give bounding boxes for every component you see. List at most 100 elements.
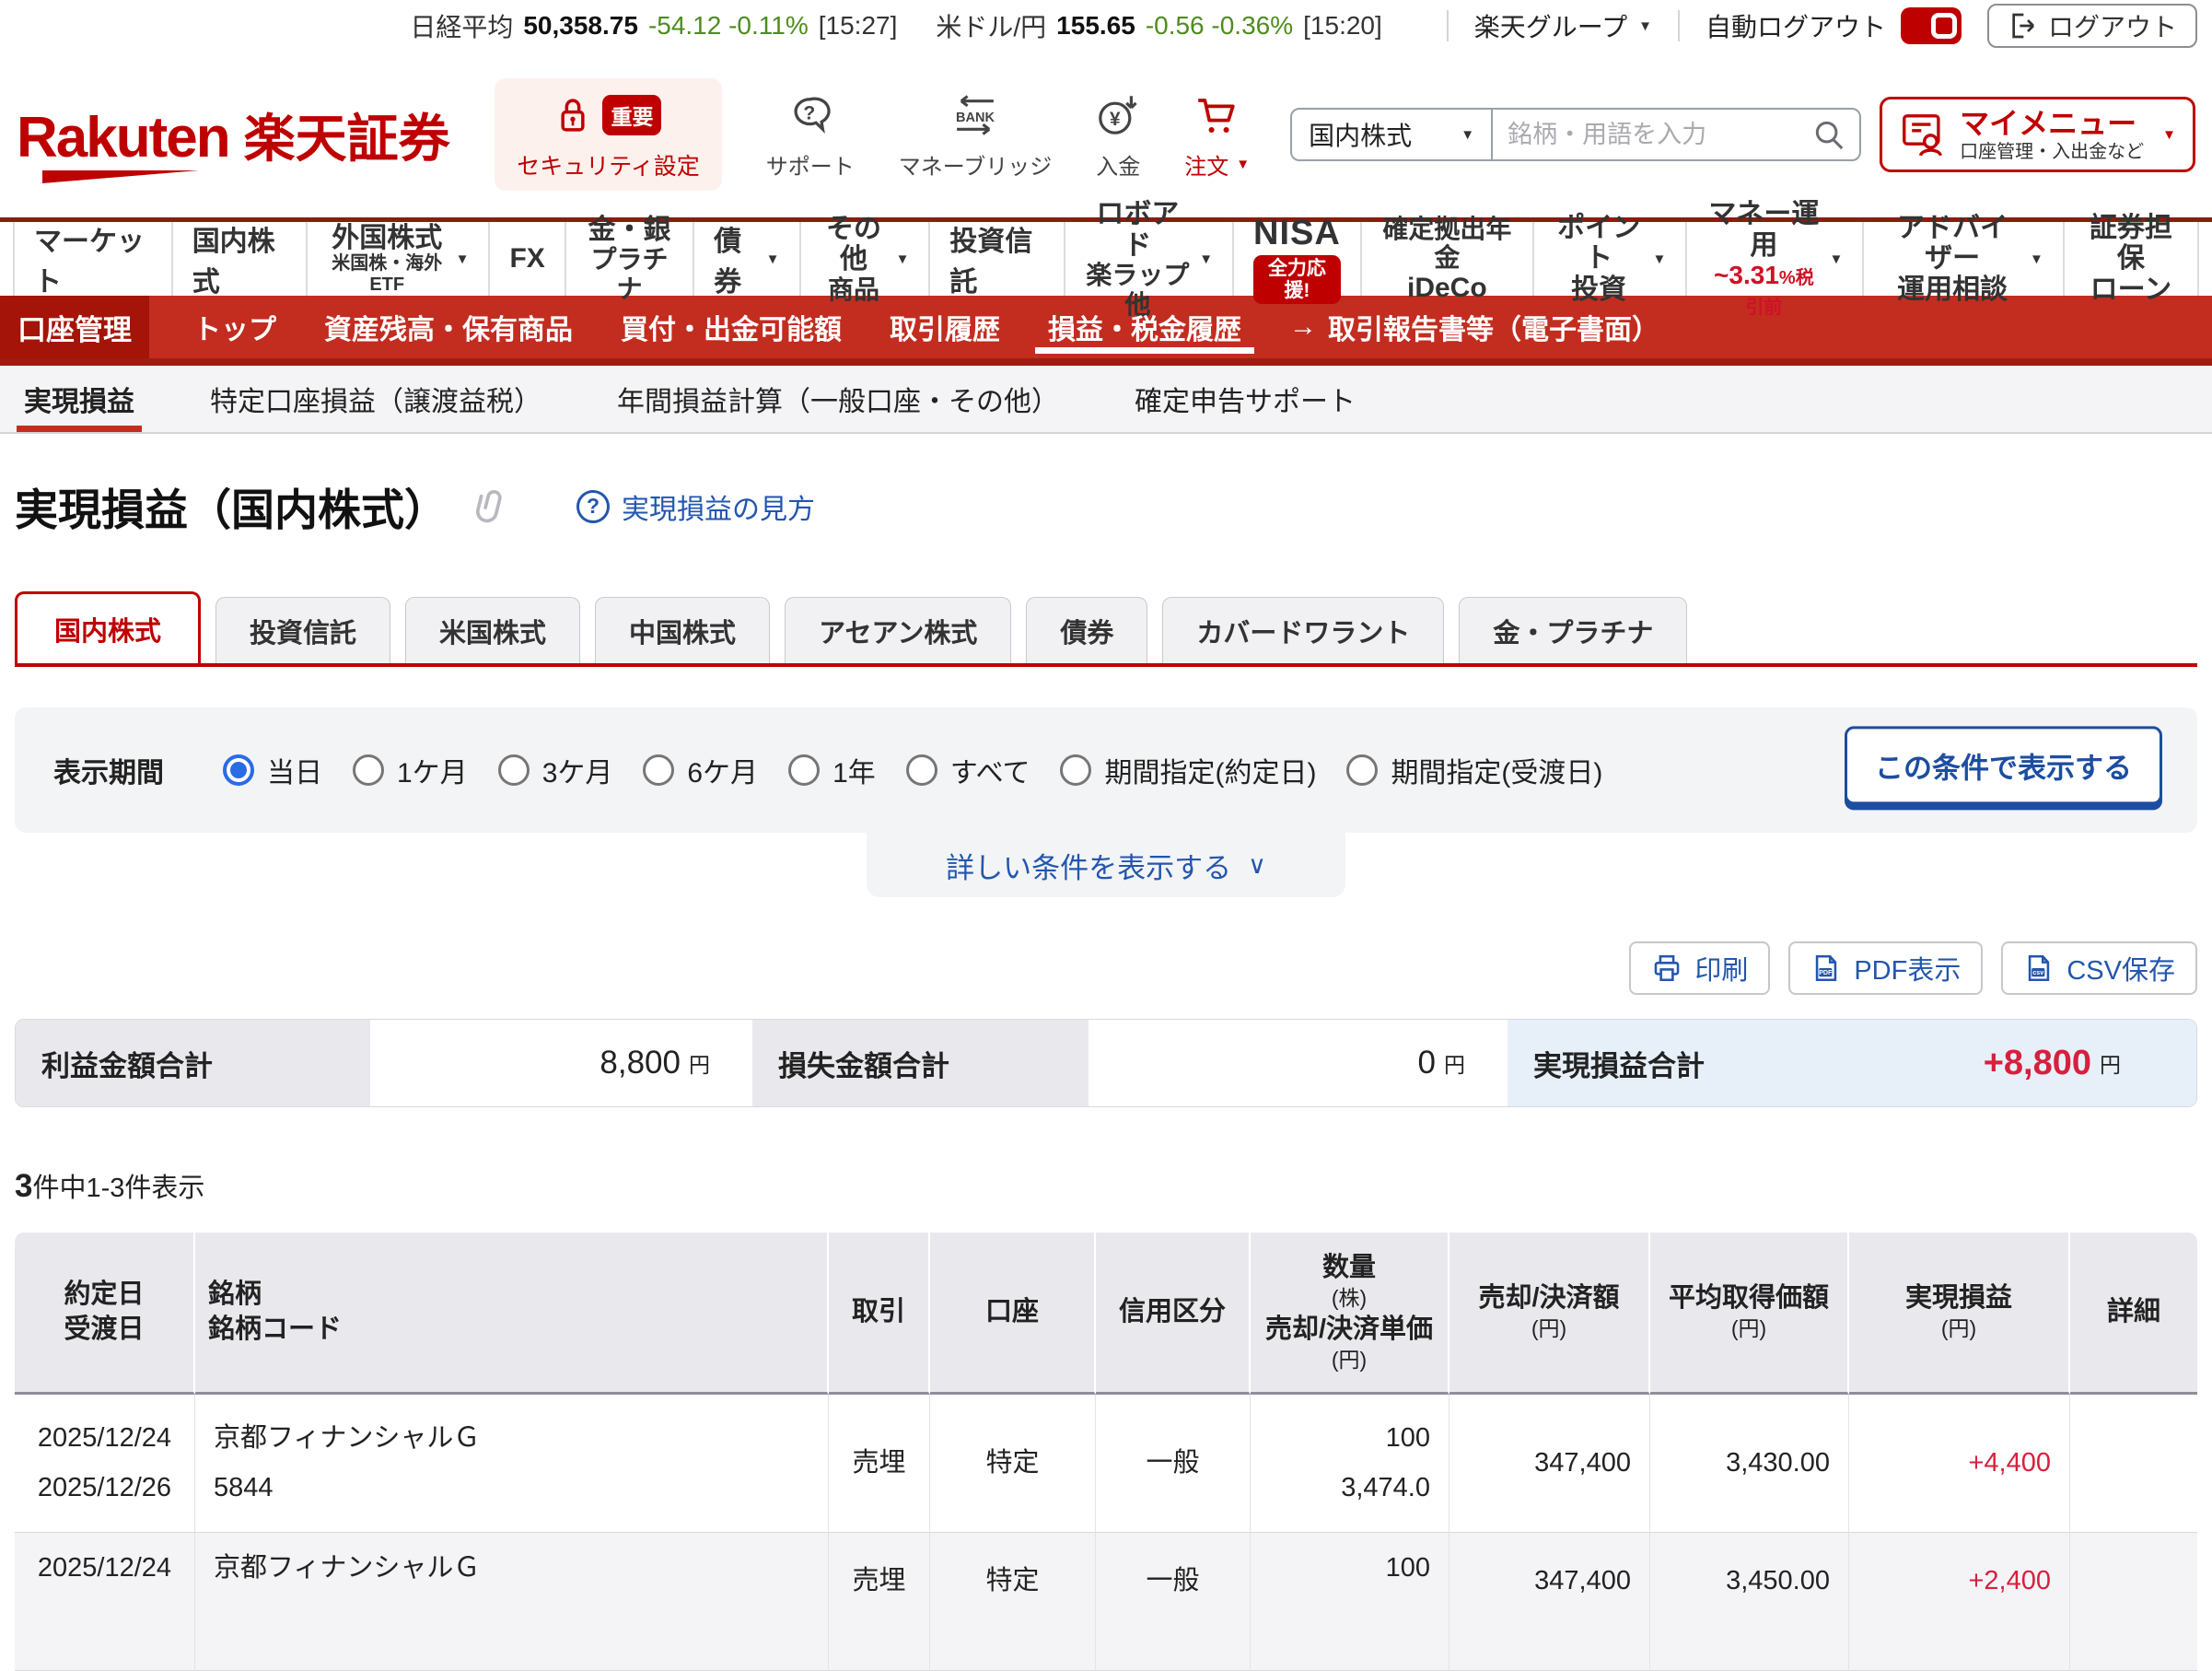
radio-6months[interactable]: 6ケ月 — [643, 750, 758, 790]
csv-save-button[interactable]: csv CSV保存 — [2001, 941, 2197, 995]
nav-foreign-stocks[interactable]: 外国株式米国株・海外ETF ▼ — [306, 222, 489, 296]
account-nav-buying-power[interactable]: 買付・出金可能額 — [617, 296, 845, 358]
tab-asean-stocks[interactable]: アセアン株式 — [785, 597, 1011, 663]
logout-button[interactable]: ログアウト — [1987, 4, 2197, 48]
question-circle-icon: ? — [576, 490, 610, 523]
caret-down-icon: ▼ — [1638, 18, 1652, 34]
subtab-specific-account-pl[interactable]: 特定口座損益（譲渡益税） — [203, 366, 549, 432]
nav-bonds[interactable]: 債券▼ — [693, 222, 798, 296]
cell-detail — [2070, 1533, 2197, 1671]
csv-file-icon: csv — [2023, 952, 2055, 984]
logo-text-jp: 楽天証券 — [244, 98, 450, 172]
how-to-view-link[interactable]: ? 実現損益の見方 — [576, 486, 815, 527]
nav-money-management[interactable]: マネー運用~3.31%税引前 ▼ — [1685, 222, 1862, 296]
tab-china-stocks[interactable]: 中国株式 — [595, 597, 770, 663]
cell-margin: 一般 — [1096, 1395, 1251, 1533]
pl-summary-bar: 利益金額合計 8,800円 損失金額合計 0円 実現損益合計 +8,800円 — [15, 1019, 2197, 1107]
tab-bonds[interactable]: 債券 — [1026, 597, 1147, 663]
cell-amount: 347,400 — [1449, 1395, 1650, 1533]
radio-all[interactable]: すべて — [906, 750, 1030, 790]
search-input[interactable] — [1493, 121, 1811, 149]
tab-us-stocks[interactable]: 米国株式 — [405, 597, 580, 663]
nav-point-investment[interactable]: ポイント投資 ▼ — [1532, 222, 1685, 296]
deposit-link[interactable]: ¥ 入金 — [1096, 89, 1140, 181]
account-management-label: 口座管理 — [0, 296, 149, 358]
col-qty: 数量(株) 売却/決済単価(円) — [1251, 1233, 1449, 1395]
order-link[interactable]: 注文 ▼ — [1184, 89, 1250, 181]
tab-domestic-stocks[interactable]: 国内株式 — [15, 591, 201, 663]
cell-qty: 1003,474.0 — [1251, 1395, 1449, 1533]
auto-logout-label: 自動ログアウト — [1706, 7, 1886, 44]
money-bridge-label: マネーブリッジ — [899, 148, 1053, 181]
radio-range-trade-date[interactable]: 期間指定(約定日) — [1060, 750, 1316, 790]
caret-down-icon: ▼ — [2162, 127, 2176, 143]
nav-ideco[interactable]: 確定拠出年金iDeCo — [1360, 222, 1532, 296]
nav-securities-loan[interactable]: 証券担保ローン — [2063, 222, 2199, 296]
radio-range-settle-date[interactable]: 期間指定(受渡日) — [1346, 750, 1602, 790]
money-bridge-link[interactable]: BANK マネーブリッジ — [899, 89, 1053, 181]
caret-down-icon: ▼ — [2030, 251, 2043, 267]
col-account: 口座 — [930, 1233, 1096, 1395]
radio-1year[interactable]: 1年 — [788, 750, 876, 790]
table-row: 2025/12/242025/12/26 京都フィナンシャルＧ5844 売埋 特… — [15, 1395, 2197, 1533]
nav-investment-trust[interactable]: 投資信託 — [928, 222, 1063, 296]
search-icon[interactable] — [1811, 117, 1846, 152]
lock-icon — [554, 94, 591, 136]
tab-covered-warrant[interactable]: カバードワラント — [1162, 597, 1444, 663]
nav-domestic-stocks[interactable]: 国内株式 — [171, 222, 306, 296]
subtab-realized-pl[interactable]: 実現損益 — [17, 366, 142, 432]
security-settings-link[interactable]: 重要 セキュリティ設定 — [495, 78, 722, 191]
account-nav-balance[interactable]: 資産残高・保有商品 — [320, 296, 576, 358]
account-nav-trade-history[interactable]: 取引履歴 — [886, 296, 1004, 358]
caret-down-icon: ▼ — [1652, 251, 1666, 267]
auto-logout-toggle[interactable] — [1901, 7, 1962, 44]
topbar: 日経平均 50,358.75 -54.12 -0.11% [15:27] 米ドル… — [0, 0, 2212, 52]
loss-total-value: 0円 — [1089, 1020, 1508, 1106]
search-category-value: 国内株式 — [1309, 116, 1412, 153]
usdjpy-change: -0.56 -0.36% — [1146, 11, 1293, 41]
subtab-tax-return-support[interactable]: 確定申告サポート — [1127, 366, 1363, 432]
radio-1month[interactable]: 1ケ月 — [353, 750, 468, 790]
radio-icon — [643, 754, 674, 786]
table-row: 2025/12/24 京都フィナンシャルＧ 売埋 特定 一般 100 347,4… — [15, 1533, 2197, 1671]
nav-advisor[interactable]: アドバイザー運用相談 ▼ — [1862, 222, 2063, 296]
cell-realized-pl: +2,400 — [1849, 1533, 2070, 1671]
account-nav-reports[interactable]: → 取引報告書等（電子書面） — [1286, 296, 1663, 358]
nav-nisa[interactable]: NISA全力応援! — [1232, 222, 1360, 296]
account-nav-pl-tax-history[interactable]: 損益・税金履歴 — [1044, 296, 1245, 358]
nav-fx[interactable]: FX — [488, 222, 564, 296]
realized-pl-total-value: +8,800 — [1984, 1044, 2091, 1083]
rakuten-logo[interactable]: Rakuten 楽天証券 — [17, 98, 450, 172]
radio-today[interactable]: 当日 — [223, 750, 322, 790]
profit-total-value: 8,800円 — [370, 1020, 752, 1106]
nav-other-products[interactable]: その他商品 ▼ — [799, 222, 929, 296]
cell-amount: 347,400 — [1449, 1533, 1650, 1671]
account-nav-top[interactable]: トップ — [190, 296, 280, 358]
printer-icon — [1651, 952, 1682, 984]
subtab-annual-pl[interactable]: 年間損益計算（一般口座・その他） — [610, 366, 1066, 432]
usdjpy-quote: 米ドル/円 155.65 -0.56 -0.36% [15:20] — [936, 7, 1381, 44]
divider — [1678, 10, 1680, 41]
radio-3months[interactable]: 3ケ月 — [498, 750, 613, 790]
realized-pl-table: 約定日受渡日 銘柄銘柄コード 取引 口座 信用区分 数量(株) 売却/決済単価(… — [15, 1233, 2197, 1671]
nav-market[interactable]: マーケット — [13, 222, 171, 296]
cell-account: 特定 — [930, 1533, 1096, 1671]
nav-robo-advisor[interactable]: ロボアド楽ラップ他 ▼ — [1064, 222, 1232, 296]
rakuten-group-menu[interactable]: 楽天グループ ▼ — [1474, 7, 1652, 44]
arrow-right-icon: → — [1289, 311, 1317, 343]
support-link[interactable]: ? サポート — [766, 89, 855, 181]
site-search: 国内株式 ▼ — [1290, 108, 1861, 161]
nav-gold-platinum[interactable]: 金・銀プラチナ — [565, 222, 693, 296]
pdf-view-button[interactable]: PDF PDF表示 — [1788, 941, 1983, 995]
show-detailed-conditions-link[interactable]: 詳しい条件を表示する ∨ — [867, 833, 1345, 897]
print-button[interactable]: 印刷 — [1629, 941, 1770, 995]
nikkei-change: -54.12 -0.11% — [648, 11, 809, 41]
apply-filter-button[interactable]: この条件で表示する — [1845, 726, 2162, 804]
search-category-select[interactable]: 国内株式 ▼ — [1292, 110, 1493, 159]
tab-gold-platinum[interactable]: 金・プラチナ — [1459, 597, 1687, 663]
paperclip-icon[interactable] — [472, 486, 512, 527]
svg-text:?: ? — [803, 102, 815, 123]
tab-investment-trust[interactable]: 投資信託 — [215, 597, 390, 663]
account-nav-bar: 口座管理 トップ 資産残高・保有商品 買付・出金可能額 取引履歴 損益・税金履歴… — [0, 296, 2212, 366]
my-menu-button[interactable]: マイメニュー 口座管理・入出金など ▼ — [1880, 97, 2195, 172]
